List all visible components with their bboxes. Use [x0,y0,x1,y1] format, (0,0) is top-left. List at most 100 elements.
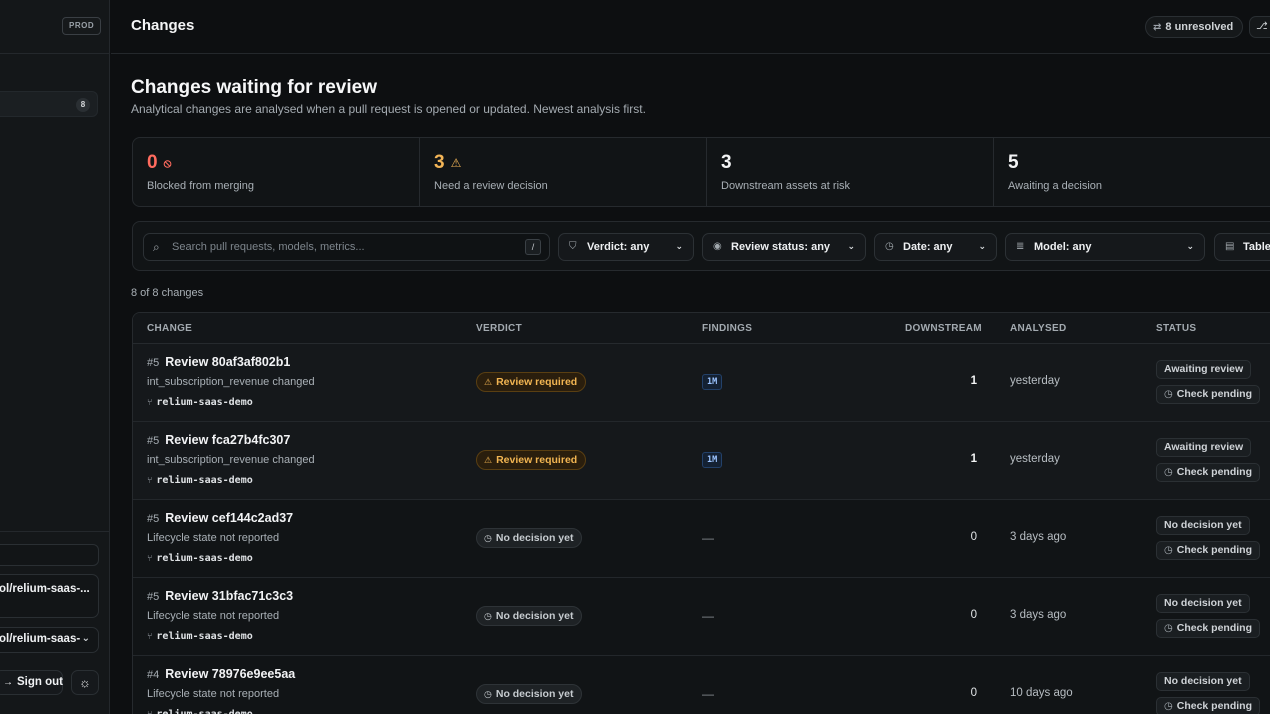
theme-toggle-button[interactable]: ☼ [71,670,99,695]
sidebar-search-input[interactable] [0,544,99,566]
page-title: Changes waiting for review [131,77,377,98]
repository-card[interactable]: ol/relium-saas-... [0,574,99,618]
finding-chip[interactable]: 1M [702,374,723,390]
pr-number: #5 [147,357,160,369]
sign-out-label: Sign out [17,676,63,688]
repository-icon-button[interactable]: ⎇ [1249,16,1270,38]
chevron-down-icon: ⌄ [978,241,986,251]
change-title-text[interactable]: Review 31bfac71c3c3 [165,589,293,603]
change-title: #5 Review fca27b4fc307 [147,433,290,447]
pr-number: #4 [147,669,160,681]
view-toggle-table[interactable]: ▤ Table [1214,233,1270,261]
stat-review-decision[interactable]: 3 ⚠ Need a review decision [420,138,708,206]
result-count: 8 of 8 changes [131,287,204,299]
change-title-text[interactable]: Review 78976e9ee5aa [165,667,295,681]
change-title: #4 Review 78976e9ee5aa [147,667,295,681]
model-filter[interactable]: ≣ Model: any ⌄ [1005,233,1205,261]
stat-downstream-risk[interactable]: 3 Downstream assets at risk [707,138,995,206]
search-placeholder: Search pull requests, models, metrics... [172,241,365,253]
change-title: #5 Review 31bfac71c3c3 [147,589,293,603]
repository-label: ⑂relium-saas-demo [147,397,253,408]
eye-icon: ◉ [713,241,722,252]
search-input[interactable]: ⌕ Search pull requests, models, metrics.… [143,233,550,261]
check-status-label: Check pending [1176,466,1252,478]
verdict-label: No decision yet [495,688,574,700]
chevron-down-icon: ⌄ [675,241,683,251]
check-status-label: Check pending [1176,700,1252,712]
check-status-label: Check pending [1176,388,1252,400]
stat-label: Blocked from merging [147,180,254,192]
blocked-icon: ⦸ [163,155,172,170]
sign-out-button[interactable]: → Sign out [0,670,63,695]
sidebar-item-changes[interactable]: 8 [0,91,98,117]
summary-stats: 0 ⦸ Blocked from merging 3 ⚠ Need a review… [132,137,1270,207]
review-status-badge: No decision yet [1156,672,1250,691]
clock-icon: ◷ [885,241,894,252]
repository-select[interactable]: ol/relium-saas- ⌄ [0,627,99,653]
table-icon: ▤ [1225,241,1235,252]
downstream-count: 0 [970,687,977,699]
clock-icon: ◷ [484,689,492,699]
repository-label: ⑂relium-saas-demo [147,709,253,714]
stat-value: 5 [1008,152,1019,173]
finding-chip[interactable]: 1M [702,452,723,468]
downstream-count: 1 [970,453,977,465]
findings-empty: — [702,609,714,623]
table-row[interactable]: #4 Review 78976e9ee5aa Lifecycle state no… [133,656,1270,714]
analysed-time: yesterday [1010,375,1060,387]
pr-number: #5 [147,435,160,447]
changes-count-badge: 8 [76,98,90,112]
git-branch-icon: ⑂ [147,554,153,564]
search-icon: ⌕ [153,240,160,254]
git-branch-icon: ⑂ [147,632,153,642]
table-row[interactable]: #5 Review fca27b4fc307 int_subscription_r… [133,422,1270,500]
column-header-verdict[interactable]: VERDICT [476,323,522,334]
app-root: PROD 8 ol/relium-saas-... ol/relium-saas… [0,0,1270,714]
repository-label: ⑂relium-saas-demo [147,475,253,486]
clock-icon: ◷ [1164,467,1173,478]
change-title-text[interactable]: Review 80af3af802b1 [165,355,290,369]
review-status-badge: No decision yet [1156,516,1250,535]
stat-value: 3 [434,152,445,173]
sidebar: PROD 8 ol/relium-saas-... ol/relium-saas… [0,0,110,714]
change-description: int_subscription_revenue changed [147,454,315,466]
repository-name: relium-saas-demo [156,475,253,486]
database-icon: ≣ [1016,241,1025,252]
column-header-findings[interactable]: FINDINGS [702,323,752,334]
clock-icon: ◷ [484,611,492,621]
column-header-analysed[interactable]: ANALYSED [1010,323,1067,334]
column-header-downstream[interactable]: DOWNSTREAM [905,323,982,334]
column-header-change[interactable]: CHANGE [147,323,192,334]
date-filter[interactable]: ◷ Date: any ⌄ [874,233,997,261]
review-status-filter[interactable]: ◉ Review status: any ⌄ [702,233,866,261]
top-bar: Changes ⇄ 8 unresolved ⎇ [111,0,1270,54]
change-title-text[interactable]: Review cef144c2ad37 [165,511,293,525]
downstream-count: 0 [970,609,977,621]
stat-label: Awaiting a decision [1008,180,1103,192]
unresolved-label: 8 unresolved [1165,21,1234,33]
check-status-badge: ◷ Check pending [1156,463,1260,482]
table-row[interactable]: #5 Review cef144c2ad37 Lifecycle state no… [133,500,1270,578]
verdict-filter[interactable]: ⛉ Verdict: any ⌄ [558,233,694,261]
search-shortcut-key: / [525,239,541,255]
pr-number: #5 [147,513,160,525]
change-title-text[interactable]: Review fca27b4fc307 [165,433,290,447]
table-row[interactable]: #5 Review 31bfac71c3c3 Lifecycle state no… [133,578,1270,656]
column-header-status[interactable]: STATUS [1156,323,1196,334]
review-status-badge: Awaiting review [1156,360,1252,379]
stat-blocked[interactable]: 0 ⦸ Blocked from merging [133,138,421,206]
unresolved-button[interactable]: ⇄ 8 unresolved [1145,16,1244,38]
downstream-count: 0 [970,531,977,543]
stat-awaiting-decision[interactable]: 5 Awaiting a decision [994,138,1270,206]
sidebar-divider [0,53,110,54]
verdict-badge: ⚠ Review required [476,372,587,392]
clock-icon: ◷ [484,533,492,543]
check-status-label: Check pending [1176,622,1252,634]
environment-badge: PROD [62,17,102,35]
downstream-count: 1 [970,375,977,387]
table-row[interactable]: #5 Review 80af3af802b1 int_subscription_r… [133,344,1270,422]
repository-name: relium-saas-demo [156,553,253,564]
git-icon: ⎇ [1256,21,1268,32]
page-subtitle: Analytical changes are analysed when a p… [131,102,646,116]
git-branch-icon: ⑂ [147,710,152,714]
